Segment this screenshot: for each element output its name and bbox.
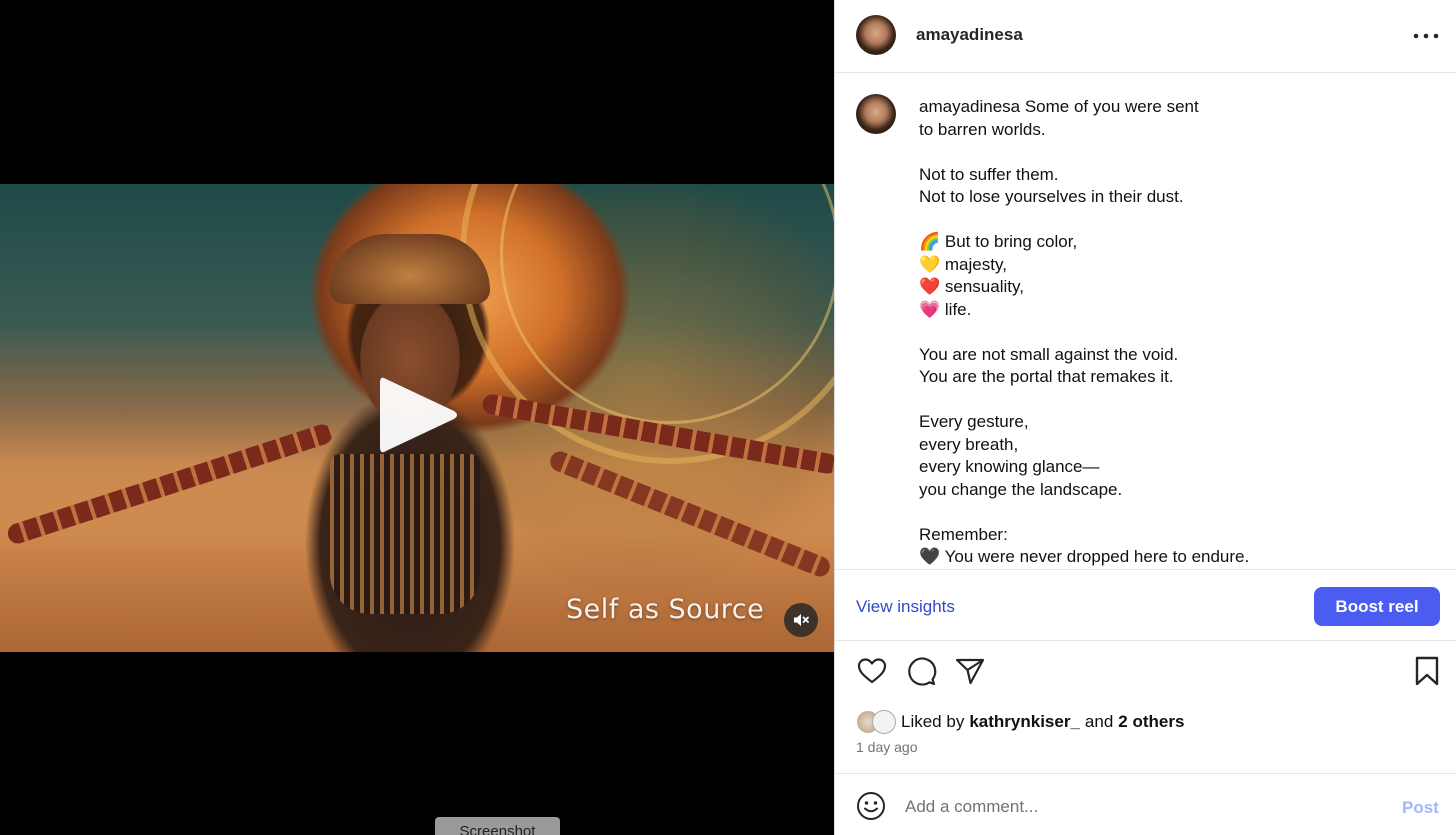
save-button[interactable] bbox=[1411, 655, 1445, 691]
post-header: amayadinesa bbox=[835, 0, 1456, 73]
post-username[interactable]: amayadinesa bbox=[916, 25, 1023, 45]
media-viewer: Self as Source Screenshot bbox=[0, 0, 834, 835]
like-button[interactable] bbox=[856, 655, 890, 691]
caption-text: Some of you were sent to barren worlds. … bbox=[919, 97, 1250, 566]
post-panel: amayadinesa amayadinesa Some of you were… bbox=[834, 0, 1456, 835]
insights-bar: View insights Boost reel bbox=[835, 569, 1456, 641]
speaker-muted-icon bbox=[794, 614, 809, 626]
video-overlay-title: Self as Source bbox=[566, 594, 765, 625]
liked-others[interactable]: 2 others bbox=[1118, 712, 1184, 732]
caption: amayadinesa Some of you were sent to bar… bbox=[919, 96, 1399, 569]
view-insights-link[interactable]: View insights bbox=[856, 597, 955, 617]
heart-icon bbox=[857, 658, 887, 684]
boost-reel-button[interactable]: Boost reel bbox=[1314, 587, 1440, 626]
paper-plane-icon bbox=[955, 658, 985, 685]
share-button[interactable] bbox=[954, 655, 988, 691]
caption-username[interactable]: amayadinesa bbox=[919, 97, 1020, 116]
comment-icon bbox=[908, 657, 937, 686]
liker-avatar bbox=[872, 710, 896, 734]
more-horizontal-icon bbox=[1413, 33, 1439, 39]
liked-conjunction: and bbox=[1084, 712, 1114, 731]
screenshot-tooltip: Screenshot bbox=[435, 817, 560, 835]
play-button[interactable] bbox=[376, 371, 460, 459]
bookmark-icon bbox=[1415, 656, 1439, 686]
liker-username[interactable]: kathrynkiser_ bbox=[969, 712, 1080, 732]
emoji-icon bbox=[857, 792, 885, 820]
emoji-button[interactable] bbox=[856, 791, 886, 821]
avatar[interactable] bbox=[856, 15, 896, 55]
headpiece bbox=[330, 234, 490, 304]
mute-button[interactable] bbox=[784, 603, 818, 637]
comment-bar: Post bbox=[835, 773, 1456, 835]
post-timestamp[interactable]: 1 day ago bbox=[856, 739, 918, 755]
caption-avatar[interactable] bbox=[856, 94, 896, 134]
liked-by-prefix: Liked by bbox=[901, 712, 965, 731]
more-options-button[interactable] bbox=[1411, 24, 1441, 48]
comment-input[interactable] bbox=[905, 794, 1375, 820]
necklace bbox=[330, 454, 480, 614]
post-comment-button[interactable]: Post bbox=[1402, 798, 1439, 818]
action-bar bbox=[835, 655, 1456, 695]
play-icon bbox=[380, 377, 457, 453]
caption-area: amayadinesa Some of you were sent to bar… bbox=[835, 74, 1456, 570]
likes-summary: Liked by kathrynkiser_ and 2 others bbox=[856, 708, 1184, 736]
comment-button[interactable] bbox=[905, 655, 939, 691]
